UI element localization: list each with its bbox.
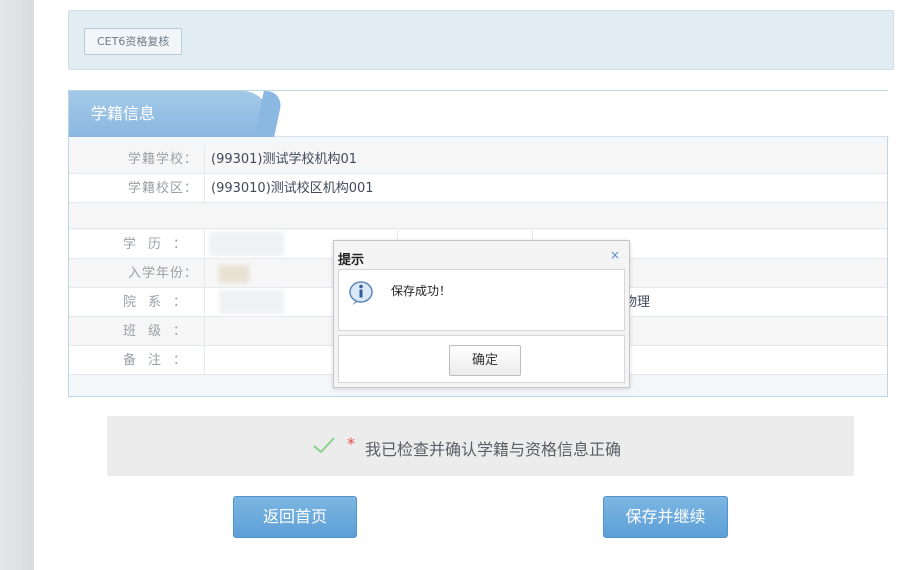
row-label: 备注：: [69, 346, 205, 375]
confirm-label: 我已检查并确认学籍与资格信息正确: [365, 440, 622, 459]
redacted-value: [209, 232, 284, 256]
dialog-message: 保存成功！: [391, 284, 452, 298]
row-label: 入学年份：: [69, 259, 205, 288]
spacer-row: [69, 203, 887, 229]
row-value: (99301)测试学校机构01: [211, 152, 358, 167]
row-label: 院系：: [69, 288, 205, 317]
back-home-button[interactable]: 返回首页: [233, 496, 357, 538]
check-icon[interactable]: [311, 434, 337, 456]
dialog-title: 提示: [338, 253, 365, 268]
panel-title: 学籍信息: [69, 91, 269, 137]
alert-dialog: 提示 × 保存成功！ 确定: [333, 240, 630, 388]
table-row: 学籍学校： (99301)测试学校机构01: [69, 145, 887, 174]
redacted-value: [219, 265, 249, 283]
row-label: 学历：: [69, 230, 205, 259]
tab-cet6-review[interactable]: CET6资格复核: [84, 28, 183, 55]
required-mark: *: [347, 434, 355, 453]
confirm-checkbox-row[interactable]: * 我已检查并确认学籍与资格信息正确: [107, 416, 854, 476]
panel-header: 学籍信息: [69, 91, 889, 137]
left-gutter: [0, 0, 34, 570]
info-icon: [349, 281, 373, 305]
ok-button[interactable]: 确定: [449, 345, 521, 376]
row-label: 学籍学校：: [69, 145, 205, 174]
row-value: (993010)测试校区机构001: [211, 181, 374, 196]
dialog-body: 保存成功！: [338, 269, 625, 331]
close-icon[interactable]: ×: [610, 248, 620, 262]
table-row: 学籍校区： (993010)测试校区机构001: [69, 174, 887, 203]
row-label: 学籍校区：: [69, 174, 205, 203]
save-continue-button[interactable]: 保存并继续: [603, 496, 728, 538]
tab-bar: CET6资格复核: [68, 10, 894, 70]
panel-title-text: 学籍信息: [91, 104, 156, 123]
redacted-value: [219, 290, 284, 314]
dialog-footer: 确定: [338, 335, 625, 383]
row-label: 班级：: [69, 317, 205, 346]
